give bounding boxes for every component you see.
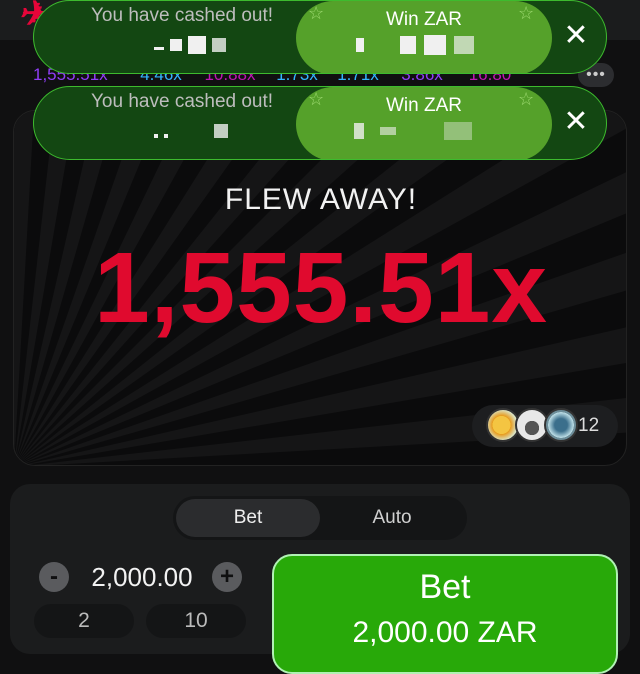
decrease-button[interactable]: - [39,562,69,592]
bet-button[interactable]: Bet 2,000.00 ZAR [272,554,618,674]
players-badge[interactable]: 12 [472,405,618,447]
flew-away-status: FLEW AWAY! [224,183,418,216]
toast-label: You have cashed out! [91,5,274,26]
win-label: Win ZAR [386,9,462,30]
players-count: 12 [578,415,600,436]
close-icon[interactable]: ✕ [559,19,593,53]
masked-amount [154,35,284,55]
avatar [544,408,578,442]
masked-amount [154,121,284,141]
bet-button-amount: 2,000.00 ZAR [352,616,538,649]
masked-win-amount [348,33,508,57]
increase-button[interactable]: + [212,562,242,592]
close-icon[interactable]: ✕ [559,105,593,139]
crash-multiplier: 1,555.51x [94,232,548,344]
bet-amount-input[interactable]: 2,000.00 [76,562,208,593]
tab-bet[interactable]: Bet [176,499,320,537]
win-label: Win ZAR [386,95,462,116]
quick-amount-button[interactable]: 2 [34,604,134,638]
bet-mode-tabs: Bet Auto [173,496,467,540]
win-amount-pill: ☆ ☆ Win ZAR [296,1,552,73]
quick-amount-button[interactable]: 10 [146,604,246,638]
game-canvas: FLEW AWAY! 1,555.51x 12 [13,110,627,466]
cashout-toast: You have cashed out! ☆ ☆ Win ZAR ✕ [33,86,607,160]
bet-amount-stepper: - 2,000.00 + [36,556,248,600]
tab-auto[interactable]: Auto [320,499,464,537]
cashout-toast: You have cashed out! ☆ ☆ Win ZAR ✕ [33,0,607,74]
bet-button-label: Bet [419,568,471,606]
toast-label: You have cashed out! [91,91,274,112]
masked-win-amount [348,119,508,143]
win-amount-pill: ☆ ☆ Win ZAR [296,87,552,159]
bet-panel: Bet Auto - 2,000.00 + 2 10 Bet 2,000.00 … [10,484,630,674]
